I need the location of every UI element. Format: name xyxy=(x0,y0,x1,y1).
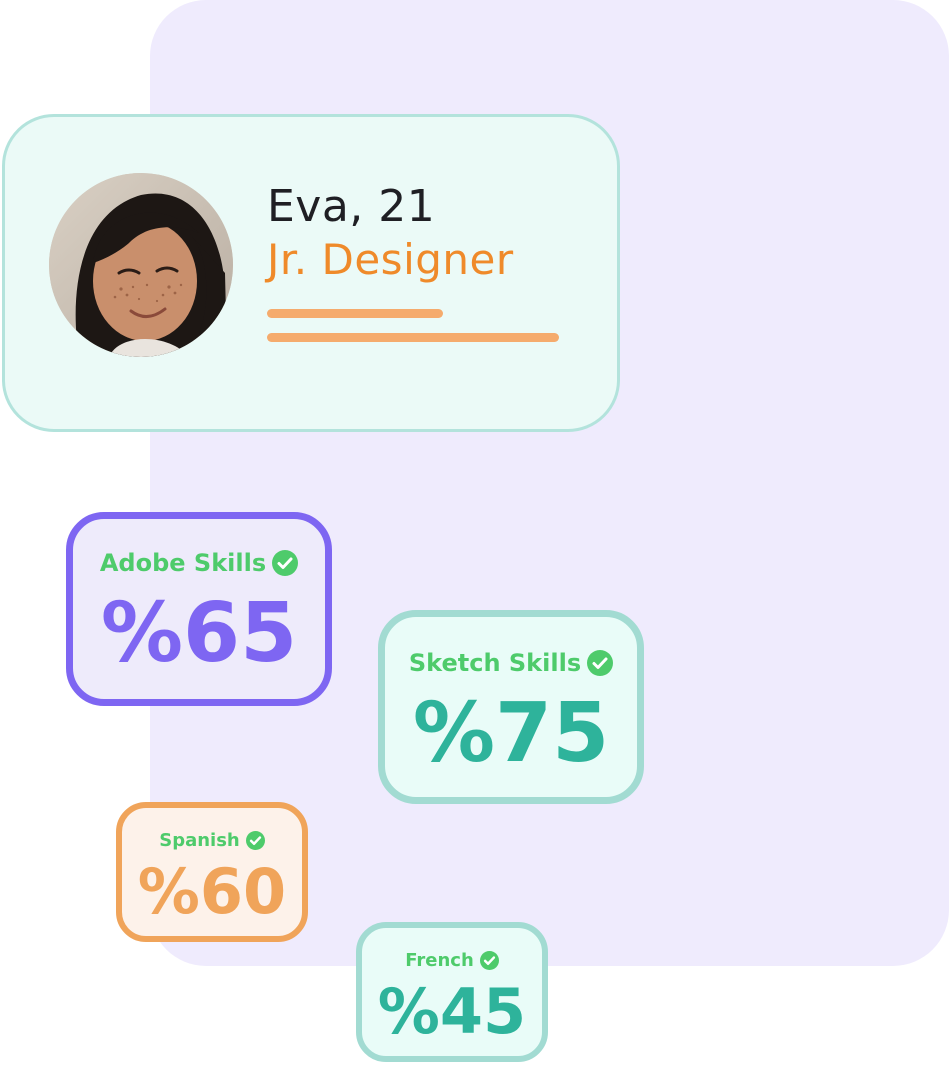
skill-value: %75 xyxy=(412,686,610,781)
avatar-photo-icon xyxy=(49,173,233,357)
placeholder-line-long xyxy=(267,333,559,342)
check-circle-icon xyxy=(245,831,265,850)
profile-card: Eva, 21 Jr. Designer xyxy=(2,114,620,432)
avatar xyxy=(49,173,233,357)
skill-card-adobe: Adobe Skills %65 xyxy=(66,512,332,706)
profile-role: Jr. Designer xyxy=(267,235,514,284)
skill-card-french: French %45 xyxy=(356,922,548,1062)
check-circle-icon xyxy=(587,650,614,676)
skill-card-spanish: Spanish %60 xyxy=(116,802,308,942)
skill-value: %65 xyxy=(100,586,298,681)
check-circle-icon xyxy=(479,951,499,970)
profile-skills-illustration: Eva, 21 Jr. Designer Adobe Skills %65 Sk… xyxy=(0,0,949,1065)
placeholder-line-short xyxy=(267,309,443,318)
skill-label: Adobe Skills xyxy=(99,549,267,577)
skill-value: %60 xyxy=(137,855,287,928)
skill-value: %45 xyxy=(377,975,527,1048)
skill-card-sketch: Sketch Skills %75 xyxy=(378,610,644,804)
skill-label: Sketch Skills xyxy=(408,649,582,677)
check-circle-icon xyxy=(272,550,299,576)
skill-label: French xyxy=(405,950,474,971)
skill-label: Spanish xyxy=(159,830,240,851)
profile-name: Eva, 21 xyxy=(267,181,436,232)
